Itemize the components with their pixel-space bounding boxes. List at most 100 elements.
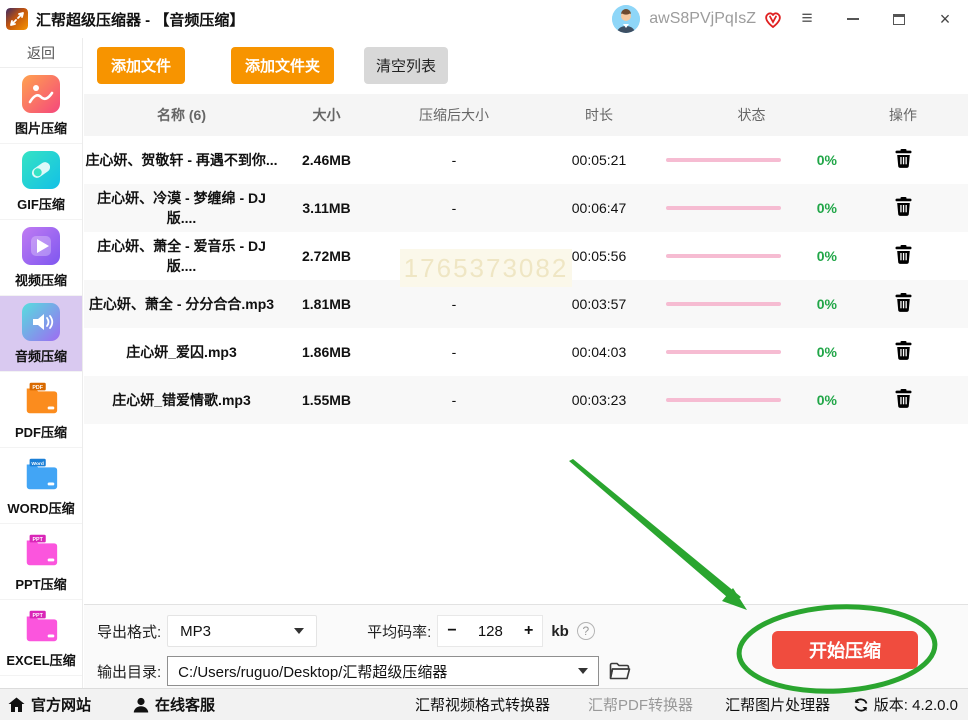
refresh-icon[interactable] <box>853 697 869 713</box>
progress-percent: 0% <box>816 344 837 360</box>
vip-badge-icon[interactable] <box>762 8 784 30</box>
bitrate-minus-button[interactable]: − <box>447 622 456 640</box>
back-button[interactable]: 返回 <box>0 38 82 68</box>
add-file-button[interactable]: 添加文件 <box>97 47 186 84</box>
close-button[interactable]: × <box>922 0 968 38</box>
output-dir-input[interactable] <box>178 662 579 680</box>
video-converter-link[interactable]: 汇帮视频格式转换器 <box>415 694 550 715</box>
help-icon[interactable]: ? <box>576 622 595 640</box>
minimize-button[interactable] <box>830 0 876 38</box>
sidebar-item-label: EXCEL压缩 <box>6 652 76 668</box>
bitrate-value[interactable]: 128 <box>478 623 503 640</box>
export-format-select[interactable]: MP3 <box>167 615 318 647</box>
status-cell: 0% <box>664 344 839 360</box>
file-size: 1.81MB <box>301 296 352 312</box>
trash-icon[interactable] <box>895 341 912 363</box>
trash-icon[interactable] <box>895 149 912 171</box>
footer-bar: 官方网站 在线客服 汇帮视频格式转换器 汇帮PDF转换器 汇帮图片处理器 版本:… <box>0 688 968 720</box>
maximize-icon <box>893 13 905 25</box>
online-service-label: 在线客服 <box>155 697 216 714</box>
sidebar-item-ppt-compress[interactable]: PPT PPT压缩 <box>0 524 82 600</box>
format-bitrate-row: 导出格式: MP3 平均码率: − 128 + kb ? <box>97 615 595 647</box>
header-action: 操作 <box>889 107 917 123</box>
trash-icon[interactable] <box>895 389 912 411</box>
ppt-compress-icon: PPT <box>26 534 58 565</box>
table-row: 庄心妍、贺敬轩 - 再遇不到你... 2.46MB - 00:05:21 0% <box>84 136 968 184</box>
progress-bar <box>666 206 781 210</box>
status-cell: 0% <box>664 248 839 264</box>
trash-icon[interactable] <box>895 293 912 315</box>
compressed-size: - <box>451 344 457 360</box>
minimize-icon <box>847 18 859 20</box>
file-name: 庄心妍、萧全 - 分分合合.mp3 <box>88 296 275 312</box>
person-icon <box>133 697 149 712</box>
header-compressed-size: 压缩后大小 <box>419 107 489 123</box>
file-duration: 00:05:21 <box>571 152 627 168</box>
file-name: 庄心妍、萧全 - 爱音乐 - DJ版.... <box>97 238 266 274</box>
bitrate-plus-button[interactable]: + <box>524 622 533 640</box>
sidebar-item-pdf-compress[interactable]: PDF PDF压缩 <box>0 372 82 448</box>
chevron-down-icon <box>294 628 305 634</box>
output-dir-row: 输出目录: <box>97 656 631 686</box>
sidebar-item-label: 图片压缩 <box>14 120 67 136</box>
gif-compress-icon <box>22 150 60 189</box>
home-icon <box>8 697 25 712</box>
trash-icon[interactable] <box>895 197 912 219</box>
add-folder-button[interactable]: 添加文件夹 <box>231 47 335 84</box>
image-compress-icon <box>22 74 60 113</box>
file-duration: 00:04:03 <box>571 344 627 360</box>
window-title: 汇帮超级压缩器 - 【音频压缩】 <box>36 11 245 29</box>
sidebar-item-label: 视频压缩 <box>14 272 67 288</box>
status-cell: 0% <box>664 392 839 408</box>
sidebar-item-video-compress[interactable]: 视频压缩 <box>0 220 82 296</box>
sidebar: 返回 图片压缩 GIF压缩 视频压缩 音频压缩 PDF PDF压缩 Word W… <box>0 38 83 688</box>
file-name: 庄心妍、冷漠 - 梦缠绵 - DJ版.... <box>97 190 266 226</box>
sidebar-item-gif-compress[interactable]: GIF压缩 <box>0 144 82 220</box>
file-size: 2.46MB <box>301 152 352 168</box>
image-processor-link[interactable]: 汇帮图片处理器 <box>725 694 830 715</box>
main-content: 添加文件 添加文件夹 清空列表 名称 (6) 大小 压缩后大小 时长 状态 操作… <box>84 38 968 688</box>
sidebar-item-word-compress[interactable]: Word WORD压缩 <box>0 448 82 524</box>
progress-percent: 0% <box>816 152 837 168</box>
file-size: 2.72MB <box>301 248 352 264</box>
maximize-button[interactable] <box>876 0 922 38</box>
svg-text:PDF: PDF <box>32 384 43 390</box>
header-status: 状态 <box>737 107 766 123</box>
official-site-link[interactable]: 官方网站 <box>8 694 91 715</box>
sidebar-item-audio-compress[interactable]: 音频压缩 <box>0 296 82 372</box>
table-row: 庄心妍_爱囚.mp3 1.86MB - 00:04:03 0% <box>84 328 968 376</box>
hamburger-icon: ≡ <box>801 8 813 29</box>
audio-compress-icon <box>22 302 60 341</box>
compressed-size: - <box>451 296 457 312</box>
progress-bar <box>666 302 781 306</box>
progress-bar <box>666 398 781 402</box>
settings-panel: 导出格式: MP3 平均码率: − 128 + kb ? 输出目录: C:/Us… <box>84 604 968 688</box>
file-name: 庄心妍_爱囚.mp3 <box>126 344 237 360</box>
export-format-value: MP3 <box>180 622 212 640</box>
sidebar-item-image-compress[interactable]: 图片压缩 <box>0 68 82 144</box>
compressed-size: - <box>451 152 457 168</box>
browse-folder-button[interactable] <box>609 662 631 680</box>
video-compress-icon <box>22 226 60 265</box>
clear-list-button[interactable]: 清空列表 <box>364 47 449 84</box>
sidebar-item-excel-compress[interactable]: PPT EXCEL压缩 <box>0 600 82 676</box>
compressed-size: - <box>451 200 457 216</box>
close-icon: × <box>939 8 951 29</box>
app-logo-icon <box>6 8 28 30</box>
version-label: 版本: 4.2.0.0 <box>873 697 958 714</box>
svg-text:PPT: PPT <box>33 536 44 542</box>
user-avatar[interactable] <box>612 5 641 33</box>
pdf-converter-link[interactable]: 汇帮PDF转换器 <box>588 694 693 715</box>
output-dir-select[interactable] <box>167 656 600 686</box>
sidebar-item-label: PDF压缩 <box>14 424 67 440</box>
menu-button[interactable]: ≡ <box>784 0 830 38</box>
pdf-compress-icon: PDF <box>26 382 58 413</box>
header-duration: 时长 <box>585 107 613 123</box>
trash-icon[interactable] <box>895 245 912 267</box>
output-dir-label: 输出目录: <box>97 663 162 681</box>
online-service-link[interactable]: 在线客服 <box>133 694 215 715</box>
progress-percent: 0% <box>816 248 837 264</box>
file-name: 庄心妍、贺敬轩 - 再遇不到你... <box>85 152 278 168</box>
username-label: awS8PVjPqIsZ <box>649 10 756 27</box>
start-compress-button[interactable]: 开始压缩 <box>772 631 918 669</box>
